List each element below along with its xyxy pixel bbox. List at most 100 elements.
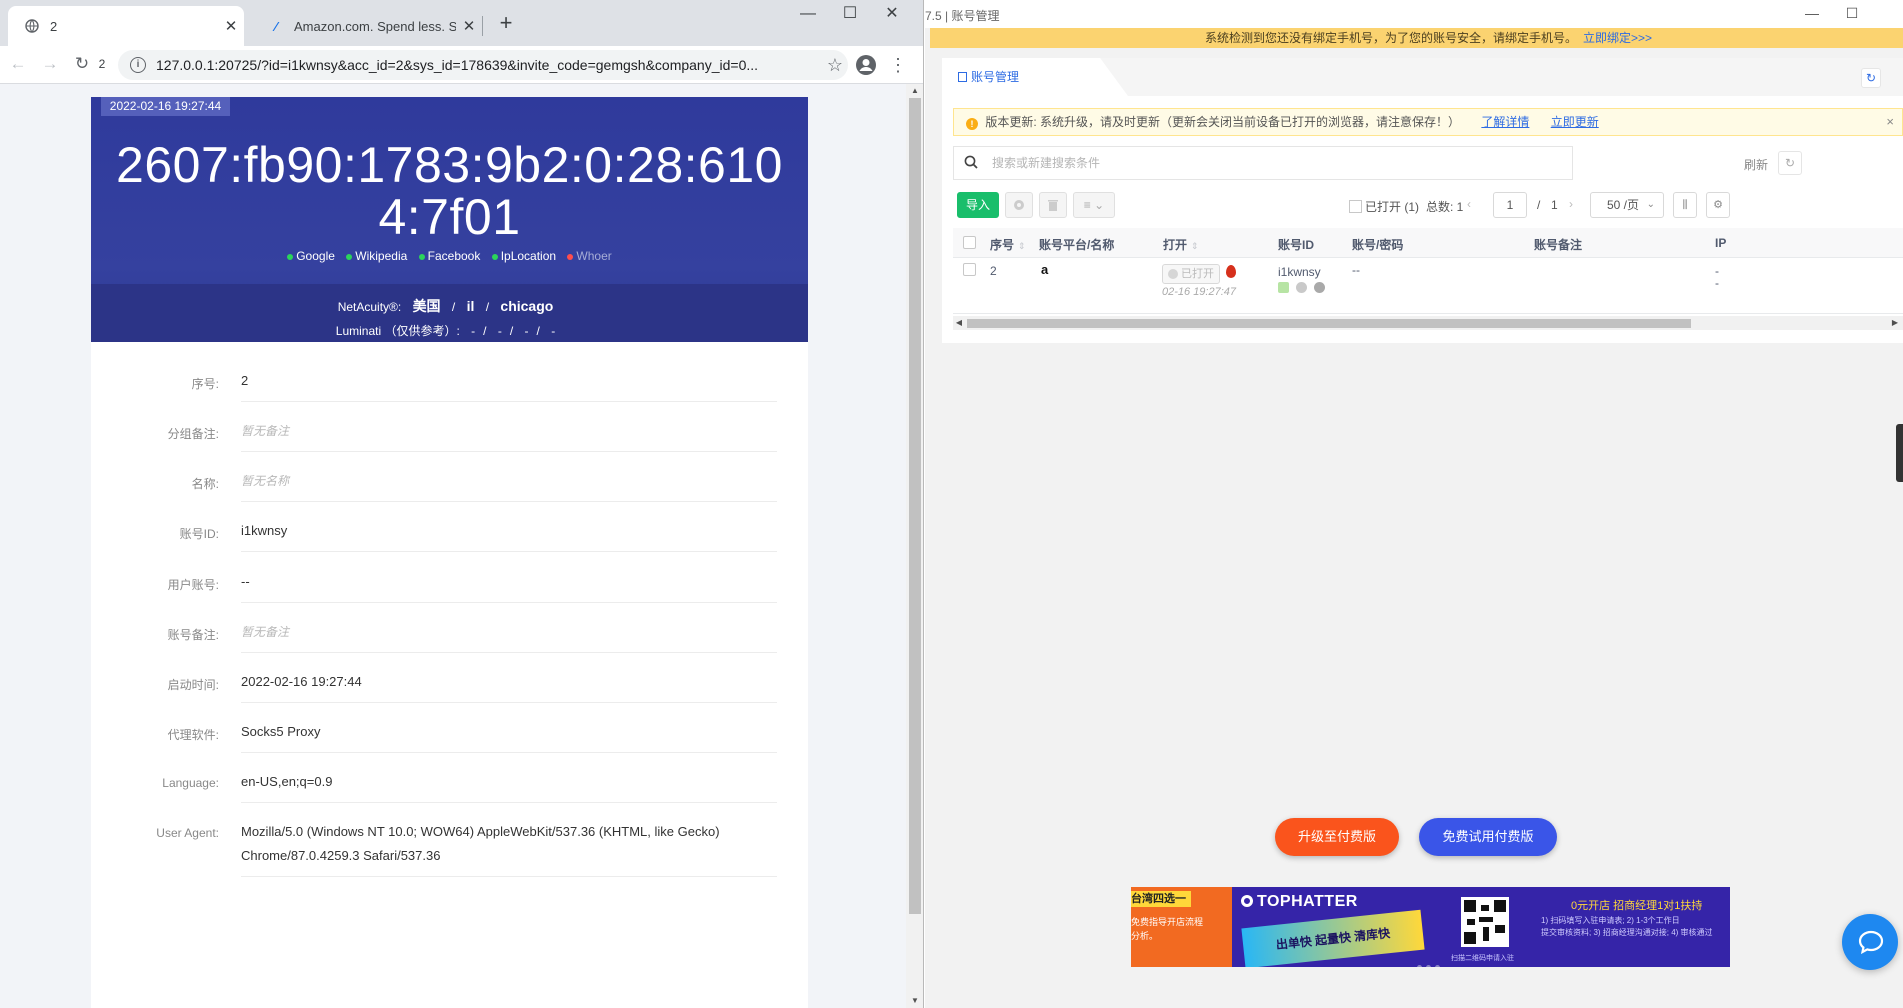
scroll-down-icon[interactable]: ▼ [906, 994, 923, 1008]
col-platform: 账号平台/名称 [1039, 238, 1115, 252]
app-maximize-button[interactable]: ☐ [1837, 2, 1867, 26]
chevron-down-icon: ⌄ [1646, 199, 1655, 210]
close-tab-icon[interactable]: ✕ [218, 17, 244, 35]
more-actions-dropdown[interactable]: ≡ ⌄ [1073, 192, 1115, 218]
fingerprint-icon[interactable] [1296, 282, 1307, 293]
refresh-icon[interactable]: ↻ [1778, 151, 1802, 175]
geo-info: NetAcuity®: 美国 / il / chicago Luminati （… [91, 284, 808, 342]
col-ip: IP [1715, 236, 1727, 250]
update-alert: ! 版本更新: 系统升级，请及时更新（更新会关闭当前设备已打开的浏览器，请注意保… [953, 108, 1903, 136]
close-window-button[interactable]: ✕ [872, 0, 912, 30]
forward-icon[interactable]: → [36, 50, 64, 78]
back-icon[interactable]: ← [4, 50, 32, 78]
page-number-input[interactable]: 1 [1493, 192, 1527, 218]
scroll-right-icon[interactable]: ▶ [1889, 316, 1901, 330]
ad-left-tag: 台湾四选一 [1131, 891, 1191, 907]
select-all-checkbox[interactable] [963, 236, 976, 249]
geo-region: il [466, 298, 475, 314]
scroll-left-icon[interactable]: ◀ [953, 316, 965, 330]
screen: 2 ✕ ⁄ Amazon.com. Spend less. Smile more… [0, 0, 1903, 1008]
chrome-window: 2 ✕ ⁄ Amazon.com. Spend less. Smile more… [0, 0, 924, 1008]
app-title: 7.5 | 账号管理 [925, 9, 1000, 23]
geo-city: chicago [500, 298, 554, 314]
menu-kebab-icon[interactable]: ⋮ [884, 51, 912, 79]
page-size-select[interactable]: 50 /页 ⌄ [1590, 192, 1664, 218]
col-credentials: 账号/密码 [1352, 238, 1404, 252]
main-panel: 账号管理 ↻ ! 版本更新: 系统升级，请及时更新（更新会关闭当前设备已打开的浏… [942, 58, 1903, 343]
carousel-dots[interactable] [1415, 957, 1442, 967]
browser-tab-active[interactable]: 2 ✕ [8, 6, 244, 46]
row-checkbox[interactable] [963, 263, 976, 276]
opened-status-button[interactable]: 已打开 [1162, 264, 1220, 284]
profile-icon[interactable] [852, 51, 880, 79]
browser-toolbar: ← → ↻ 2 i 127.0.0.1:20725/?id=i1kwnsy&ac… [0, 46, 923, 84]
opened-filter[interactable]: 已打开 (1) [1349, 198, 1419, 215]
info-icon[interactable]: i [130, 57, 146, 73]
luminati-row: Luminati （仅供参考）: - / - / - / - [335, 324, 556, 338]
update-now-link[interactable]: 立即更新 [1551, 115, 1599, 129]
scroll-up-icon[interactable]: ▲ [906, 84, 923, 98]
browser-tab-amazon[interactable]: ⁄ Amazon.com. Spend less. Smile more. ✕ [252, 6, 482, 46]
url-text[interactable]: 127.0.0.1:20725/?id=i1kwnsy&acc_id=2&sys… [156, 57, 822, 73]
import-button[interactable]: 导入 [957, 192, 999, 218]
page-scrollbar[interactable]: ▲ ▼ [906, 84, 923, 1008]
table-hscrollbar[interactable]: ◀ ▶ [953, 316, 1903, 330]
edit-icon[interactable] [1278, 282, 1289, 293]
chat-support-button[interactable] [1842, 914, 1898, 970]
search-input[interactable]: 搜索或新建搜索条件 [953, 146, 1573, 180]
ad-banner[interactable]: 台湾四选一 免费指导开店流程 分析。 TOPHATTER 出单快 起量快 清库快 … [1131, 887, 1730, 967]
tab-account-management[interactable]: 账号管理 [942, 58, 1128, 96]
qr-code-icon [1461, 897, 1509, 947]
status-dot-icon [346, 253, 353, 260]
new-tab-button[interactable]: + [492, 10, 520, 38]
document-icon [958, 72, 967, 82]
delete-button[interactable] [1039, 192, 1067, 218]
open-browser-button[interactable] [1005, 192, 1033, 218]
upgrade-paid-button[interactable]: 升级至付费版 [1275, 818, 1399, 856]
side-panel-handle[interactable] [1896, 424, 1903, 482]
col-remark: 账号备注 [1534, 238, 1583, 252]
row-index: 2 [990, 264, 997, 278]
tab-bar: 账号管理 ↻ [942, 58, 1903, 96]
tab-separator [482, 16, 483, 36]
scroll-thumb[interactable] [909, 98, 921, 914]
opened-checkbox[interactable] [1349, 200, 1362, 213]
prev-page-icon[interactable]: ‹ [1467, 197, 1471, 211]
row-account-id[interactable]: i1kwnsy [1278, 265, 1321, 279]
page-viewport: 2022-02-16 19:27:44 2607:fb90:1783:9b2:0… [0, 84, 906, 1008]
row-credentials: -- [1352, 263, 1360, 277]
link-whoer[interactable]: Whoer [567, 249, 612, 263]
ad-details: 1) 扫码填写入驻申请表; 2) 1-3个工作日 提交审核资料; 3) 招商经理沟… [1541, 916, 1713, 937]
link-wikipedia[interactable]: Wikipedia [346, 249, 407, 263]
free-trial-button[interactable]: 免费试用付费版 [1419, 818, 1557, 856]
app-minimize-button[interactable]: — [1797, 2, 1827, 26]
chrome-icon [1168, 269, 1178, 279]
tab-refresh-icon[interactable]: ↻ [1861, 68, 1881, 88]
link-google[interactable]: Google [287, 249, 335, 263]
ad-headline: 0元开店 招商经理1对1扶持 [1571, 900, 1703, 912]
minimize-button[interactable]: — [788, 0, 828, 30]
next-page-icon[interactable]: › [1569, 197, 1573, 211]
col-index[interactable]: 序号 ⇕ [990, 236, 1026, 253]
col-open[interactable]: 打开 ⇕ [1163, 236, 1199, 253]
maximize-button[interactable]: ☐ [830, 0, 870, 30]
tab-strip: 2 ✕ ⁄ Amazon.com. Spend less. Smile more… [0, 0, 923, 46]
bookmark-star-icon[interactable]: ☆ [822, 55, 848, 76]
table-row[interactable]: 2 a 已打开 02-16 19:27:47 i1kwnsy -- - - [953, 258, 1903, 314]
close-tab-icon[interactable]: ✕ [456, 17, 482, 35]
link-facebook[interactable]: Facebook [418, 249, 480, 263]
address-bar[interactable]: i 127.0.0.1:20725/?id=i1kwnsy&acc_id=2&s… [118, 50, 848, 80]
ad-left-block: 台湾四选一 免费指导开店流程 分析。 [1131, 887, 1232, 967]
bind-phone-link[interactable]: 立即绑定>>> [1583, 31, 1652, 45]
reload-icon[interactable]: ↻ [68, 50, 96, 78]
settings-icon[interactable] [1314, 282, 1325, 293]
refresh-label[interactable]: 刷新 [1744, 156, 1768, 173]
link-iplocation[interactable]: IpLocation [491, 249, 556, 263]
sort-icon: ⇕ [1191, 241, 1199, 251]
status-dot-icon [287, 253, 294, 260]
learn-more-link[interactable]: 了解详情 [1481, 115, 1529, 129]
hscroll-thumb[interactable] [967, 319, 1691, 328]
close-alert-icon[interactable]: × [1886, 109, 1894, 135]
columns-icon[interactable]: ⫼ [1673, 192, 1697, 218]
settings-gear-icon[interactable]: ⚙ [1706, 192, 1730, 218]
